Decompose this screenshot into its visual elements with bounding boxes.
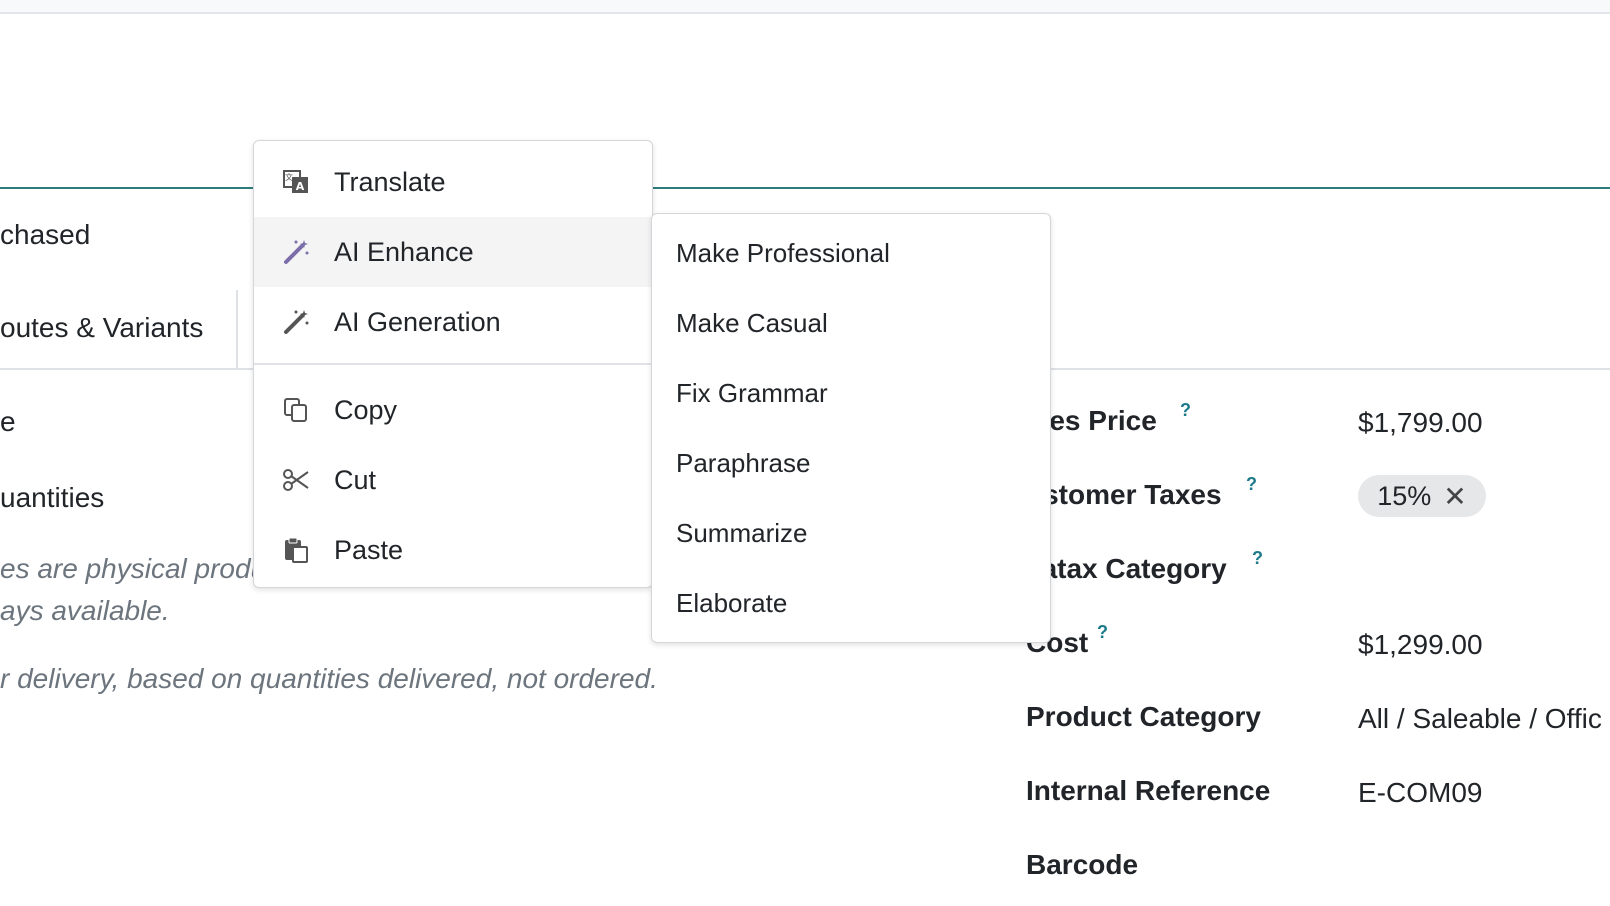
description-text: ays available.	[0, 595, 170, 626]
magic-wand-icon	[280, 236, 312, 268]
submenu-item-label: Paraphrase	[676, 447, 811, 478]
copy-icon	[280, 394, 312, 426]
submenu-item-elaborate[interactable]: Elaborate	[652, 568, 1050, 638]
menu-item-label: AI Enhance	[334, 236, 474, 267]
product-category-value[interactable]: All / Saleable / Offic	[1358, 703, 1602, 735]
sales-price-value[interactable]: $1,799.00	[1358, 407, 1483, 439]
section-heading: chased	[0, 219, 91, 250]
section-divider	[0, 187, 1610, 189]
description-text: es are physical produ	[0, 553, 267, 584]
menu-item-ai-generation[interactable]: AI Generation	[254, 287, 652, 357]
menu-item-cut[interactable]: Cut	[254, 445, 652, 515]
cost-value[interactable]: $1,299.00	[1358, 629, 1483, 661]
remove-tax-icon[interactable]: ✕	[1443, 480, 1466, 513]
tab-attributes-variants[interactable]: outes & Variants	[0, 290, 238, 368]
help-icon[interactable]: ?	[1180, 400, 1191, 421]
magic-wand-icon	[280, 306, 312, 338]
svg-text:A: A	[296, 180, 305, 193]
tab-label: outes & Variants	[0, 312, 204, 343]
paste-icon	[280, 534, 312, 566]
translate-icon: A 文	[280, 166, 312, 198]
customer-taxes-label: ustomer Taxes	[1026, 479, 1222, 510]
submenu-item-summarize[interactable]: Summarize	[652, 498, 1050, 568]
field-label-left: e	[0, 406, 16, 437]
page: chased outes & Variants e uantities es a…	[0, 0, 1610, 906]
tax-badge-label: 15%	[1377, 480, 1432, 511]
menu-item-label: Paste	[334, 534, 404, 565]
svg-text:文: 文	[285, 172, 293, 182]
tax-badge: 15% ✕	[1358, 475, 1486, 517]
menu-item-ai-enhance[interactable]: AI Enhance	[254, 217, 652, 287]
menu-item-copy[interactable]: Copy	[254, 375, 652, 445]
internal-reference-value[interactable]: E-COM09	[1358, 777, 1482, 809]
submenu-item-label: Elaborate	[676, 587, 788, 618]
help-icon[interactable]: ?	[1252, 548, 1263, 569]
top-bar	[0, 0, 1610, 14]
help-icon[interactable]: ?	[1246, 474, 1257, 495]
menu-item-label: Cut	[334, 464, 377, 495]
ai-enhance-submenu: Make Professional Make Casual Fix Gramma…	[651, 213, 1051, 643]
barcode-label: Barcode	[1026, 849, 1139, 880]
submenu-item-paraphrase[interactable]: Paraphrase	[652, 428, 1050, 498]
avatax-category-label: vatax Category	[1026, 553, 1227, 584]
menu-item-translate[interactable]: A 文 Translate	[254, 147, 652, 217]
menu-item-label: Translate	[334, 166, 446, 197]
menu-item-paste[interactable]: Paste	[254, 515, 652, 585]
submenu-item-label: Make Casual	[676, 307, 828, 338]
menu-item-label: AI Generation	[334, 306, 501, 337]
submenu-item-make-casual[interactable]: Make Casual	[652, 288, 1050, 358]
menu-item-label: Copy	[334, 394, 398, 425]
submenu-item-label: Make Professional	[676, 237, 890, 268]
menu-divider	[254, 363, 652, 365]
internal-reference-label: Internal Reference	[1026, 775, 1271, 806]
submenu-item-fix-grammar[interactable]: Fix Grammar	[652, 358, 1050, 428]
submenu-item-label: Fix Grammar	[676, 377, 828, 408]
scissors-icon	[280, 464, 312, 496]
help-icon[interactable]: ?	[1097, 622, 1108, 643]
product-category-label: Product Category	[1026, 701, 1261, 732]
submenu-item-make-professional[interactable]: Make Professional	[652, 218, 1050, 288]
field-label-quantities: uantities	[0, 482, 105, 513]
description-text: r delivery, based on quantities delivere…	[0, 663, 658, 694]
submenu-item-label: Summarize	[676, 517, 808, 548]
context-menu: A 文 Translate AI Enhance AI Generation C…	[253, 140, 653, 588]
